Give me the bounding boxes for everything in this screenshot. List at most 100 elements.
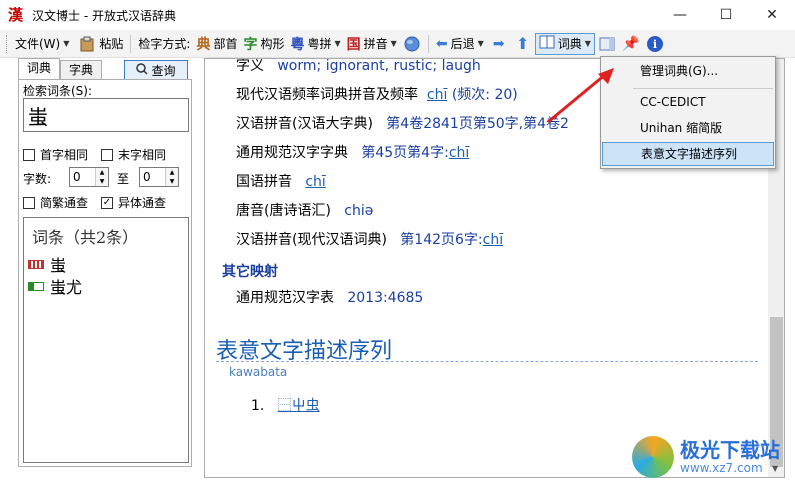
- frequency-row: 现代汉语频率词典拼音及频率 chī (频次: 20): [236, 84, 518, 104]
- file-menu-button[interactable]: 文件(W) ▼: [12, 33, 72, 55]
- char-count-label: 字数:: [23, 172, 52, 186]
- other-mappings-heading: 其它映射: [222, 264, 278, 280]
- logo-title: 极光下载站: [680, 438, 780, 462]
- logo-icon: [632, 436, 674, 478]
- paste-label: 粘贴: [99, 37, 124, 51]
- simp-trad-checkbox[interactable]: 简繁通查: [23, 194, 88, 211]
- guifan-zidian-label: 通用规范汉字字典: [236, 145, 348, 161]
- pinyin-button[interactable]: 国 拼音 ▼: [344, 33, 400, 55]
- search-label: 检索词条(S):: [23, 84, 93, 98]
- chevron-down-icon: ▼: [477, 39, 484, 48]
- pinyin-link[interactable]: chī: [449, 145, 469, 161]
- title-bar: 漢 汉文博士 - 开放式汉语辞典 — ☐ ✕: [0, 0, 795, 30]
- svg-text:i: i: [653, 38, 657, 51]
- chevron-down-icon: ▼: [334, 39, 341, 48]
- tab-char-dict[interactable]: 字典: [60, 60, 103, 79]
- modern-dict-row: 汉语拼音(现代汉语词典) 第142页6字:chī: [236, 229, 503, 249]
- chevron-down-icon: ▼: [63, 39, 70, 48]
- list-header: 词条（共2条）: [32, 228, 139, 247]
- pin-icon[interactable]: 📌: [621, 34, 641, 54]
- shape-button[interactable]: 字 构形: [240, 33, 287, 55]
- toolbar-divider: [427, 34, 429, 53]
- annotation-arrow-icon: [547, 68, 614, 124]
- minimize-button[interactable]: —: [657, 0, 703, 30]
- tab-word-dict[interactable]: 词典: [18, 58, 61, 79]
- paste-button[interactable]: 粘贴: [72, 33, 126, 55]
- watermark-logo: 极光下载站 www.xz7.com: [632, 436, 780, 478]
- checkbox-box: [23, 148, 35, 161]
- search-icon: [136, 62, 149, 78]
- menu-item-ids[interactable]: 表意文字描述序列: [602, 142, 774, 166]
- ids-number: 1.: [251, 398, 265, 414]
- pinyin-link[interactable]: chī: [483, 232, 503, 248]
- list-item[interactable]: 蚩尤: [28, 274, 82, 298]
- guifan-table-value: 2013:4685: [347, 290, 424, 306]
- checkbox-box: [101, 148, 113, 161]
- close-button[interactable]: ✕: [749, 0, 795, 30]
- back-button[interactable]: ⬅ 后退 ▼: [433, 33, 487, 55]
- window-controls: — ☐ ✕: [657, 0, 795, 30]
- meaning-label: 字义: [236, 58, 264, 74]
- section-divider: [216, 361, 758, 362]
- last-same-label: 末字相同: [118, 148, 167, 162]
- frequency-label: 现代汉语频率词典拼音及频率: [236, 87, 418, 103]
- ids-item: 1. ⿱屮虫: [251, 395, 320, 415]
- globe-icon[interactable]: [402, 34, 422, 54]
- radical-icon: 典: [196, 36, 211, 53]
- modern-dict-value: 第142页6字:: [400, 232, 483, 248]
- tang-sound-row: 唐音(唐诗语汇) chiə: [236, 200, 373, 220]
- arrow-right-icon[interactable]: ➡: [489, 34, 509, 54]
- guifan-zidian-row: 通用规范汉字字典 第45页第4字:chī: [236, 142, 469, 162]
- arrow-up-icon[interactable]: ⬆: [513, 34, 533, 54]
- menu-item-cedict[interactable]: CC-CEDICT: [602, 90, 774, 114]
- arrow-left-icon: ⬅: [435, 35, 448, 52]
- char-count-from-stepper[interactable]: 0 ▲ ▼: [69, 167, 109, 187]
- simp-trad-label: 简繁通查: [40, 196, 89, 210]
- left-panel: 词典 字典 查询 检索词条(S): 蚩 首字相同 末字相同 字数: 0 ▲ ▼ 至…: [10, 58, 192, 468]
- dictionary-label: 词典: [557, 37, 582, 51]
- cantonese-button[interactable]: 粵 粤拼 ▼: [287, 33, 343, 55]
- variant-label: 异体通查: [118, 196, 167, 210]
- ids-link[interactable]: ⿱屮虫: [278, 398, 320, 414]
- pinyin-link[interactable]: chī: [427, 87, 447, 103]
- radical-button[interactable]: 典 部首: [193, 33, 240, 55]
- char-count-to-stepper[interactable]: 0 ▲ ▼: [139, 167, 179, 187]
- maximize-button[interactable]: ☐: [703, 0, 749, 30]
- query-button[interactable]: 查询: [124, 60, 188, 80]
- back-label: 后退: [450, 37, 475, 51]
- window-title: 汉文博士 - 开放式汉语辞典: [32, 8, 176, 23]
- meaning-value: worm; ignorant, rustic; laugh: [277, 58, 481, 74]
- dictionary-button[interactable]: 词典 ▼: [534, 32, 595, 55]
- chevron-down-icon: ▼: [584, 39, 591, 48]
- list-item[interactable]: 蚩: [28, 252, 66, 276]
- modern-dict-label: 汉语拼音(现代汉语词典): [236, 232, 387, 248]
- guoyu-pinyin-row: 国语拼音 chī: [236, 171, 326, 191]
- search-panel: 检索词条(S): 蚩 首字相同 末字相同 字数: 0 ▲ ▼ 至 0 ▲ ▼ 简繁通…: [18, 79, 192, 467]
- checkbox-box: [23, 196, 35, 209]
- menu-item-manage[interactable]: 管理词典(G)...: [602, 59, 774, 83]
- search-input[interactable]: 蚩: [23, 98, 189, 132]
- pinyin-link[interactable]: chī: [305, 174, 325, 190]
- pinyin-icon: 国: [346, 36, 361, 53]
- guifan-table-label: 通用规范汉字表: [236, 290, 334, 306]
- menu-divider: [633, 88, 773, 89]
- tang-sound-label: 唐音(唐诗语汇): [236, 203, 331, 219]
- stepper-arrows-icon[interactable]: ▲ ▼: [165, 168, 178, 186]
- stepper-arrows-icon[interactable]: ▲ ▼: [95, 168, 108, 186]
- logo-url: www.xz7.com: [680, 461, 763, 475]
- shape-label: 构形: [260, 37, 285, 51]
- last-same-checkbox[interactable]: 末字相同: [101, 146, 166, 163]
- variant-checkbox[interactable]: ✓ 异体通查: [101, 194, 166, 211]
- menu-item-unihan[interactable]: Unihan 缩简版: [602, 116, 774, 140]
- clipboard-icon: [77, 34, 97, 54]
- guifan-table-row: 通用规范汉字表 2013:4685: [236, 287, 423, 307]
- hanyu-dazidian-row: 汉语拼音(汉语大字典) 第4卷2841页第50字,第4卷2: [236, 113, 569, 133]
- panel-icon[interactable]: [597, 34, 617, 54]
- info-icon[interactable]: i: [645, 34, 665, 54]
- radical-label: 部首: [213, 37, 238, 51]
- query-label: 查询: [151, 63, 176, 78]
- first-same-checkbox[interactable]: 首字相同: [23, 146, 88, 163]
- stepper-value: 0: [143, 170, 151, 184]
- dictionary-menu: 管理词典(G)... CC-CEDICT Unihan 缩简版 表意文字描述序列: [600, 56, 776, 169]
- file-menu-label: 文件(W): [15, 37, 61, 51]
